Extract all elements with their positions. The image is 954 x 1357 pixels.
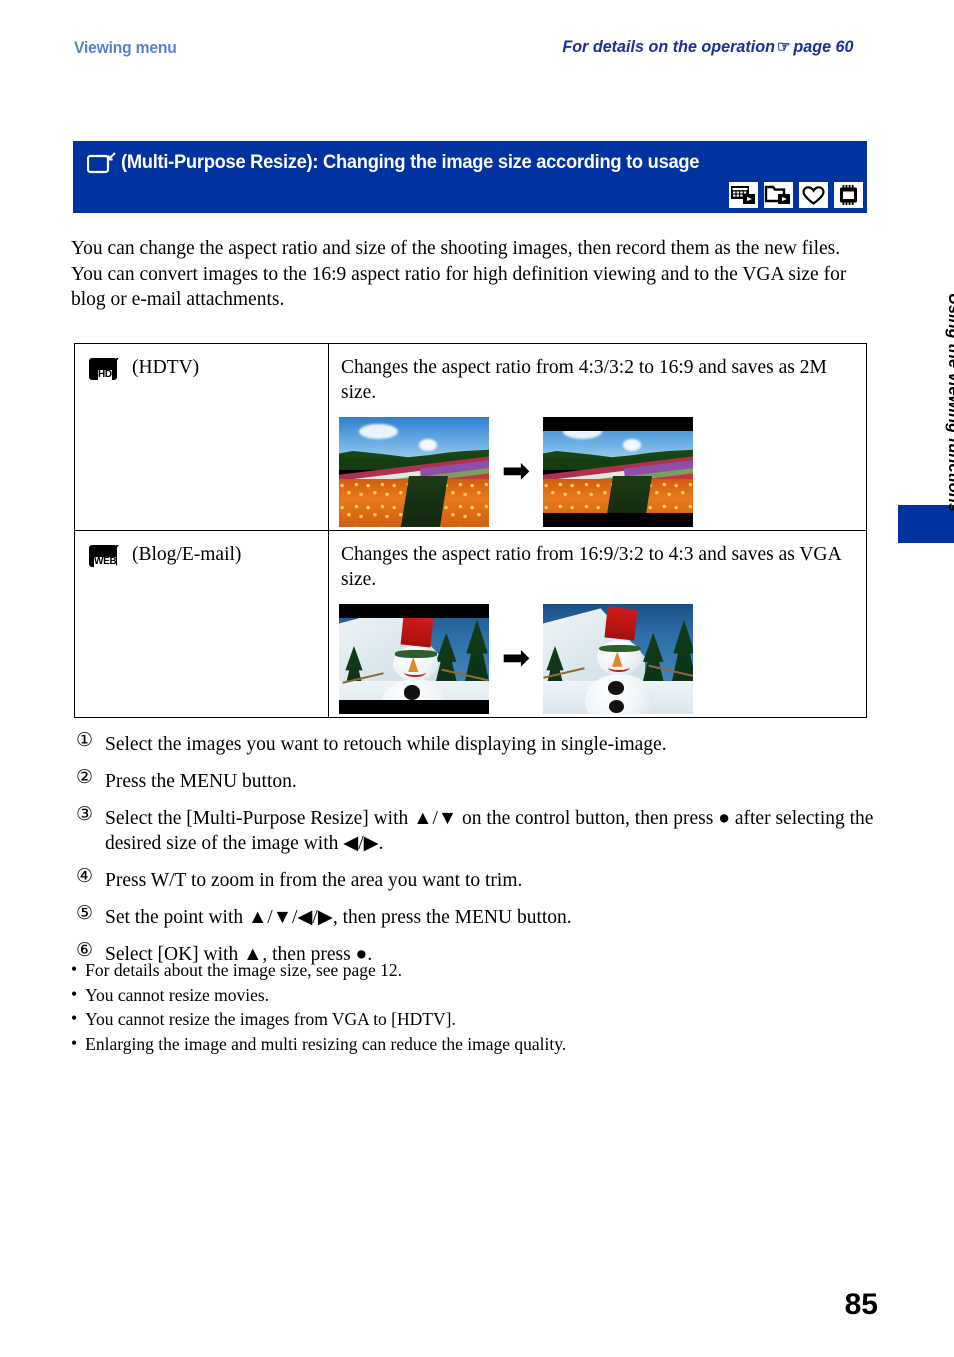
running-head-right-prefix: For details on the operation: [562, 37, 776, 56]
option-label-blog-email: (Blog/E-mail): [132, 544, 242, 565]
resize-options-table: HD (HDTV) Changes the aspect ratio from …: [74, 343, 867, 718]
description-blog-email: Changes the aspect ratio from 16:9/3:2 t…: [341, 544, 841, 590]
running-head-right-page: page 60: [793, 37, 854, 56]
table-cell-option: WEB (Blog/E-mail): [74, 530, 329, 718]
description-hdtv: Changes the aspect ratio from 4:3/3:2 to…: [341, 357, 827, 403]
step-text: Set the point with ▲/▼/◀/▶, then press t…: [105, 907, 572, 928]
bullet-icon: •: [71, 983, 78, 1004]
bullet-icon: •: [71, 1032, 78, 1053]
step-text: Press the MENU button.: [105, 771, 297, 792]
list-item: ④ Press W/T to zoom in from the area you…: [74, 866, 874, 893]
note-text: You cannot resize movies.: [85, 984, 270, 1005]
section-banner: (Multi-Purpose Resize): Changing the ima…: [73, 141, 867, 213]
transform-arrow-icon: ➡: [501, 453, 531, 490]
pointing-hand-icon: ☞: [777, 39, 792, 56]
list-item: ① Select the images you want to retouch …: [74, 730, 874, 757]
transform-arrow-icon: ➡: [501, 640, 531, 677]
snowman-16to9-photo: [339, 604, 489, 714]
step-number: ①: [75, 730, 94, 751]
date-view-icon: [729, 182, 758, 208]
side-tab-label: Using the viewing functions: [945, 293, 954, 513]
notes-list: • For details about the image size, see …: [71, 958, 871, 1056]
blog-email-resize-icon: WEB: [89, 542, 123, 570]
bullet-icon: •: [71, 959, 78, 979]
table-cell-option: HD (HDTV): [74, 343, 329, 531]
step-number: ④: [75, 866, 94, 887]
step-number: ③: [75, 804, 94, 825]
hdtv-resize-icon: HD: [89, 355, 123, 383]
list-item: • You cannot resize the images from VGA …: [71, 1007, 871, 1032]
favorites-heart-icon: [799, 182, 828, 208]
step-text: Select the images you want to retouch wh…: [105, 734, 667, 755]
table-row: WEB (Blog/E-mail) Changes the aspect rat…: [74, 530, 867, 718]
snowman-4to3-photo: [543, 604, 693, 714]
flower-field-16to9-photo: [543, 417, 693, 527]
list-item: ③ Select the [Multi-Purpose Resize] with…: [74, 804, 874, 856]
folder-view-icon: [764, 182, 793, 208]
figure-hdtv: ➡: [329, 417, 866, 527]
option-label-hdtv: (HDTV): [132, 357, 200, 378]
memory-card-icon: [834, 182, 863, 208]
procedure-steps: ① Select the images you want to retouch …: [74, 730, 874, 979]
banner-mode-icons: [729, 182, 863, 208]
list-item: ② Press the MENU button.: [74, 767, 874, 794]
step-number: ⑤: [75, 903, 94, 924]
list-item: • You cannot resize movies.: [71, 983, 871, 1008]
step-text: Select the [Multi-Purpose Resize] with ▲…: [105, 808, 874, 854]
intro-paragraph: You can change the aspect ratio and size…: [71, 236, 871, 313]
running-head-left: Viewing menu: [74, 38, 177, 57]
page-number: 85: [844, 1288, 878, 1321]
blog-email-icon-tag: WEB: [94, 556, 117, 567]
list-item: • Enlarging the image and multi resizing…: [71, 1032, 871, 1057]
note-text: Enlarging the image and multi resizing c…: [85, 1033, 567, 1054]
list-item: ⑤ Set the point with ▲/▼/◀/▶, then press…: [74, 903, 874, 930]
multi-purpose-resize-icon: [86, 152, 117, 176]
hdtv-icon-tag: HD: [98, 369, 112, 380]
list-item: • For details about the image size, see …: [71, 958, 871, 983]
table-row: HD (HDTV) Changes the aspect ratio from …: [74, 343, 867, 531]
intro-line-1: You can change the aspect ratio and size…: [71, 238, 841, 259]
table-cell-description: Changes the aspect ratio from 4:3/3:2 to…: [328, 343, 867, 531]
note-text: You cannot resize the images from VGA to…: [85, 1009, 456, 1029]
step-text: Press W/T to zoom in from the area you w…: [105, 870, 523, 891]
running-head-right: For details on the operation ☞ page 60: [563, 37, 854, 57]
figure-blog-email: ➡: [329, 604, 866, 714]
step-number: ②: [75, 767, 94, 788]
note-text: For details about the image size, see pa…: [85, 960, 402, 980]
flower-field-4to3-photo: [339, 417, 489, 527]
bullet-icon: •: [71, 1008, 78, 1028]
table-cell-description: Changes the aspect ratio from 16:9/3:2 t…: [328, 530, 867, 718]
section-banner-title: (Multi-Purpose Resize): Changing the ima…: [121, 151, 700, 173]
intro-line-2: You can convert images to the 16:9 aspec…: [71, 263, 847, 311]
